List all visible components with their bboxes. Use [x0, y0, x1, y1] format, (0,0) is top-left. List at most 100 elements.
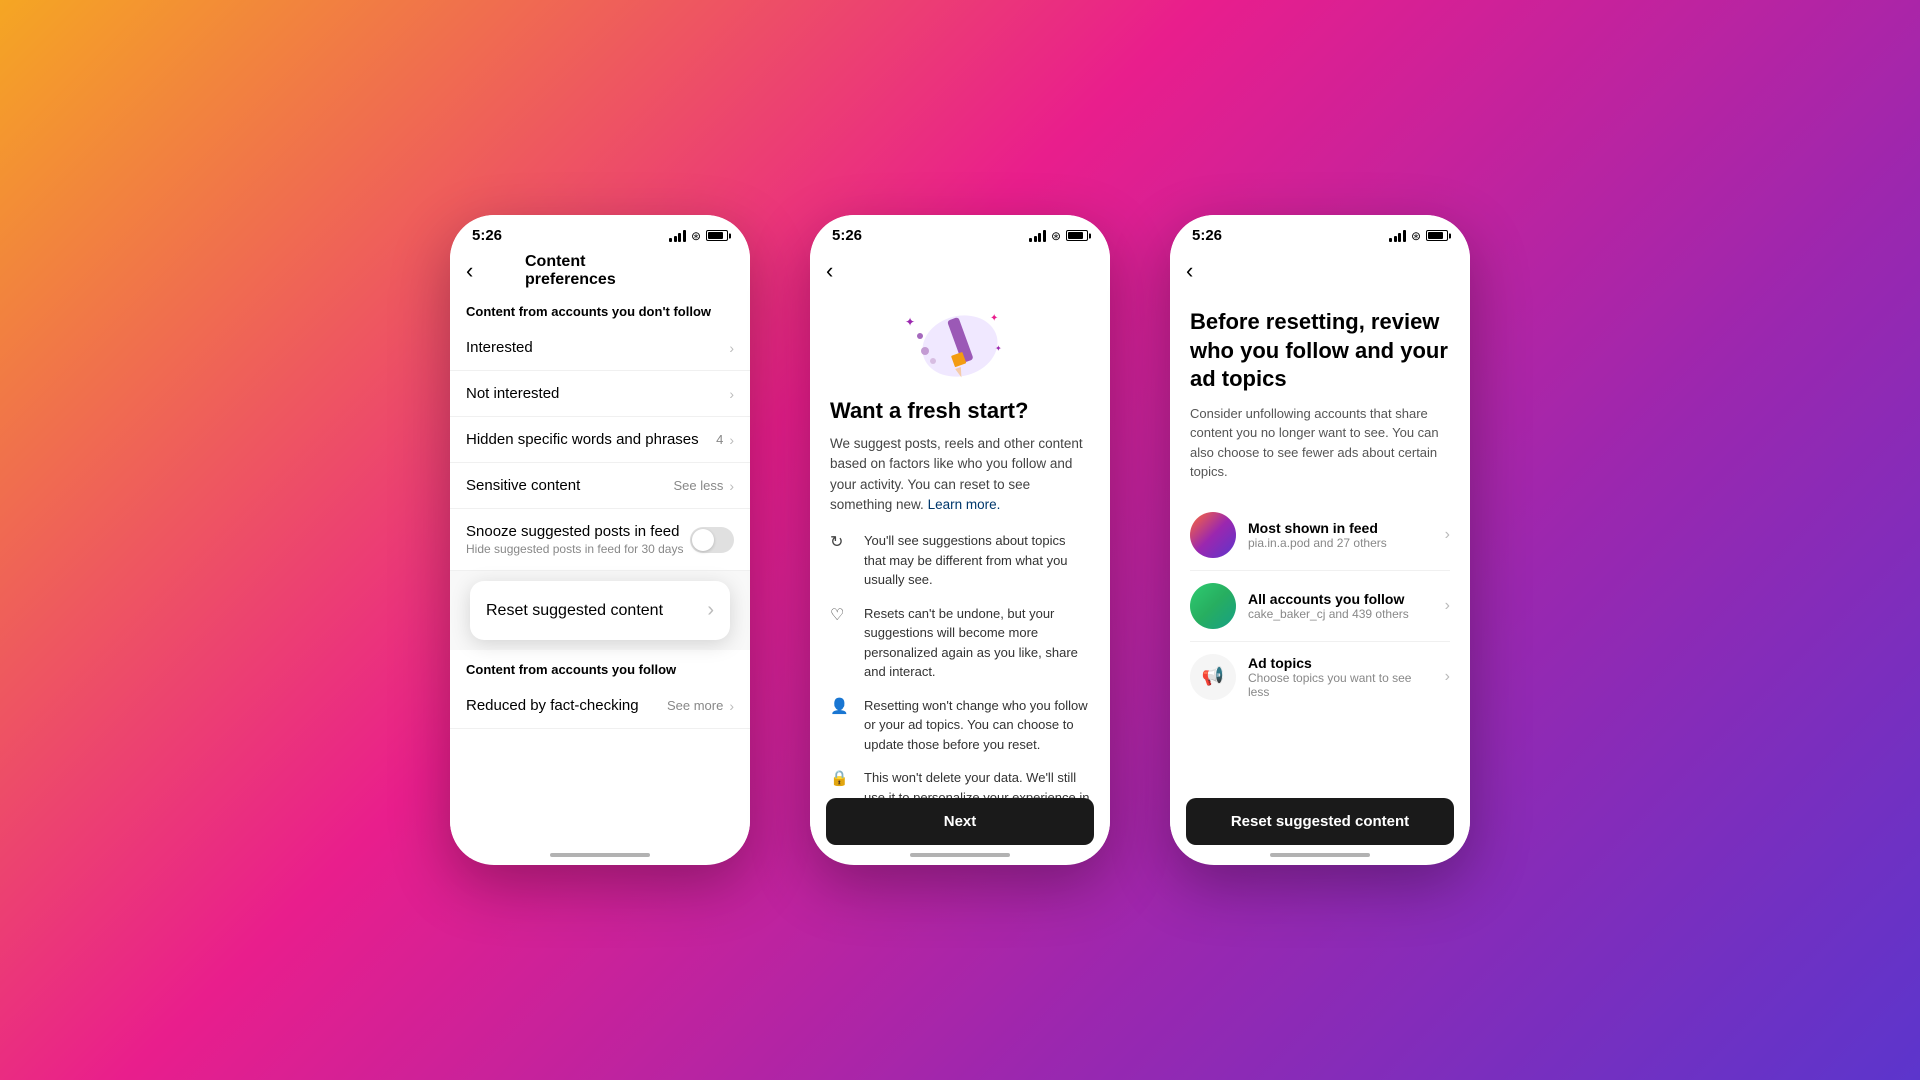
chevron-icon: › [729, 340, 734, 356]
bullet-text-3: Resetting won't change who you follow or… [864, 696, 1090, 755]
review-item-most-shown[interactable]: Most shown in feed pia.in.a.pod and 27 o… [1190, 500, 1450, 571]
review-title: Before resetting, review who you follow … [1190, 308, 1450, 394]
status-icons-1: ⊛ [669, 229, 728, 243]
status-bar-3: 5:26 ⊛ [1170, 215, 1470, 250]
illustration-area: ✦ ✦ ✦ [810, 296, 1110, 386]
review-item-all-accounts[interactable]: All accounts you follow cake_baker_cj an… [1190, 571, 1450, 642]
signal-icon-1 [669, 230, 686, 242]
nav-header-2: ‹ [810, 250, 1110, 292]
wifi-icon-3: ⊛ [1411, 229, 1421, 243]
bullet-item-2: ♡ Resets can't be undone, but your sugge… [830, 604, 1090, 682]
person-icon: 👤 [830, 697, 852, 719]
status-time-1: 5:26 [472, 227, 502, 244]
list-item-sensitive[interactable]: Sensitive content See less › [450, 463, 750, 509]
svg-text:✦: ✦ [990, 313, 998, 324]
reset-popup-card[interactable]: Reset suggested content › [470, 581, 730, 640]
home-indicator-1 [550, 853, 650, 857]
reset-popup-title: Reset suggested content [486, 602, 663, 620]
item-title-not-interested: Not interested [466, 385, 729, 402]
svg-text:✦: ✦ [905, 315, 915, 329]
item-title-interested: Interested [466, 339, 729, 356]
list-item-hidden-words[interactable]: Hidden specific words and phrases 4 › [450, 417, 750, 463]
refresh-icon: ↻ [830, 532, 852, 554]
status-time-2: 5:26 [832, 227, 862, 244]
chevron-icon-4: › [729, 478, 734, 494]
list-item-interested[interactable]: Interested › [450, 325, 750, 371]
bullet-text-2: Resets can't be undone, but your suggest… [864, 604, 1090, 682]
section-label-1: Content from accounts you don't follow [450, 292, 750, 325]
chevron-icon-review-1: › [1445, 526, 1450, 544]
item-title-hidden-words: Hidden specific words and phrases [466, 431, 716, 448]
review-item-sub-3: Choose topics you want to see less [1248, 671, 1433, 699]
chevron-icon-review-2: › [1445, 597, 1450, 615]
screen-1: ‹ Content preferences Content from accou… [450, 250, 750, 858]
fresh-start-content: Want a fresh start? We suggest posts, re… [810, 398, 1110, 858]
fresh-start-illustration: ✦ ✦ ✦ [895, 296, 1025, 386]
snooze-title: Snooze suggested posts in feed [466, 523, 690, 540]
badge-see-less: See less [673, 478, 723, 493]
review-item-title-1: Most shown in feed [1248, 520, 1433, 536]
battery-icon-1 [706, 230, 728, 241]
screen-2: ‹ ✦ ✦ ✦ Want a fresh [810, 250, 1110, 858]
bullet-text-1: You'll see suggestions about topics that… [864, 531, 1090, 590]
signal-icon-2 [1029, 230, 1046, 242]
status-bar-2: 5:26 ⊛ [810, 215, 1110, 250]
page-title-1: Content preferences [525, 253, 675, 289]
nav-header-3: ‹ [1170, 250, 1470, 292]
battery-icon-2 [1066, 230, 1088, 241]
heart-icon: ♡ [830, 605, 852, 627]
home-indicator-2 [910, 853, 1010, 857]
avatar-all-accounts [1190, 583, 1236, 629]
learn-more-link[interactable]: Learn more. [928, 497, 1001, 512]
ad-icon: 📢 [1190, 654, 1236, 700]
phone-2: 5:26 ⊛ ‹ ✦ [810, 215, 1110, 865]
back-button-1[interactable]: ‹ [466, 260, 473, 282]
item-title-sensitive: Sensitive content [466, 477, 673, 494]
chevron-icon-2: › [729, 386, 734, 402]
chevron-icon-3: › [729, 432, 734, 448]
status-icons-2: ⊛ [1029, 229, 1088, 243]
reset-popup-chevron: › [707, 599, 714, 622]
reset-suggested-content-button[interactable]: Reset suggested content [1186, 798, 1454, 845]
review-item-sub-1: pia.in.a.pod and 27 others [1248, 536, 1433, 550]
battery-icon-3 [1426, 230, 1448, 241]
nav-header-1: ‹ Content preferences [450, 250, 750, 292]
review-item-title-2: All accounts you follow [1248, 591, 1433, 607]
list-item-not-interested[interactable]: Not interested › [450, 371, 750, 417]
svg-text:✦: ✦ [995, 344, 1002, 353]
chevron-icon-5: › [729, 698, 734, 714]
wifi-icon-2: ⊛ [1051, 229, 1061, 243]
screen-3: ‹ Before resetting, review who you follo… [1170, 250, 1470, 858]
fresh-start-title: Want a fresh start? [830, 398, 1090, 424]
list-item-snooze[interactable]: Snooze suggested posts in feed Hide sugg… [450, 509, 750, 571]
bullet-item-1: ↻ You'll see suggestions about topics th… [830, 531, 1090, 590]
status-time-3: 5:26 [1192, 227, 1222, 244]
section-label-2: Content from accounts you follow [450, 650, 750, 683]
review-item-sub-2: cake_baker_cj and 439 others [1248, 607, 1433, 621]
bullet-item-3: 👤 Resetting won't change who you follow … [830, 696, 1090, 755]
signal-icon-3 [1389, 230, 1406, 242]
snooze-toggle[interactable] [690, 527, 734, 553]
review-item-title-3: Ad topics [1248, 655, 1433, 671]
status-bar-1: 5:26 ⊛ [450, 215, 750, 250]
lock-icon: 🔒 [830, 769, 852, 791]
list-item-fact-checking[interactable]: Reduced by fact-checking See more › [450, 683, 750, 729]
review-content: Before resetting, review who you follow … [1170, 292, 1470, 728]
back-button-3[interactable]: ‹ [1186, 260, 1193, 282]
home-indicator-3 [1270, 853, 1370, 857]
review-item-ad-topics[interactable]: 📢 Ad topics Choose topics you want to se… [1190, 642, 1450, 712]
chevron-icon-review-3: › [1445, 668, 1450, 686]
snooze-subtitle: Hide suggested posts in feed for 30 days [466, 542, 690, 556]
fresh-start-desc: We suggest posts, reels and other conten… [830, 434, 1090, 515]
badge-see-more: See more [667, 698, 723, 713]
next-button[interactable]: Next [826, 798, 1094, 845]
avatar-most-shown [1190, 512, 1236, 558]
phone-3: 5:26 ⊛ ‹ Before resetting, review who yo… [1170, 215, 1470, 865]
status-icons-3: ⊛ [1389, 229, 1448, 243]
review-desc: Consider unfollowing accounts that share… [1190, 404, 1450, 482]
phone-1: 5:26 ⊛ ‹ Content preferences Content fro… [450, 215, 750, 865]
badge-count: 4 [716, 432, 723, 447]
wifi-icon-1: ⊛ [691, 229, 701, 243]
item-title-fact-checking: Reduced by fact-checking [466, 697, 667, 714]
back-button-2[interactable]: ‹ [826, 260, 833, 282]
